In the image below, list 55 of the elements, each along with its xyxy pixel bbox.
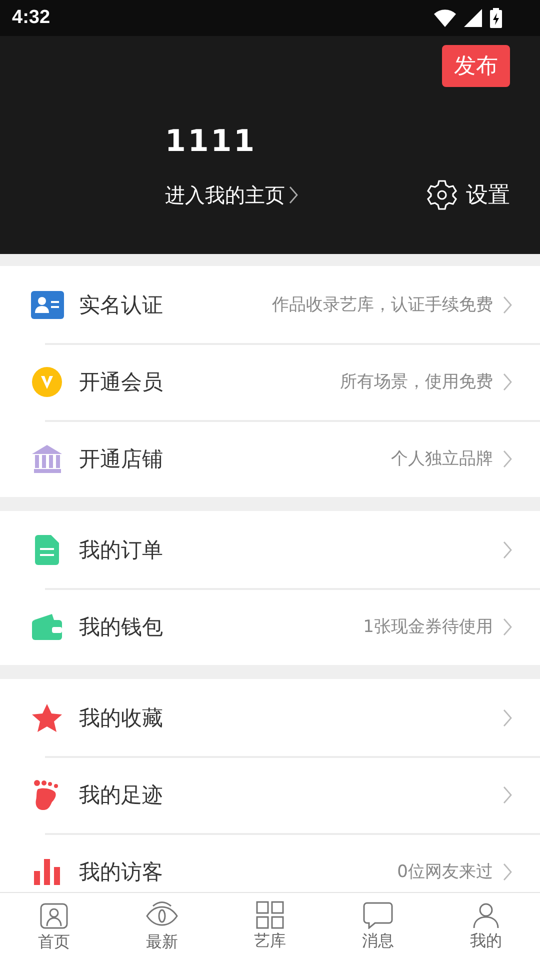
menu-label: 开通会员 (79, 368, 164, 396)
homepage-link[interactable]: 进入我的主页 (165, 182, 298, 208)
username: 1111 (165, 124, 258, 159)
publish-button[interactable]: 发布 (442, 45, 510, 87)
nav-tab[interactable]: 消息 (324, 893, 432, 960)
chevron-right-icon (503, 786, 512, 804)
status-time: 4:32 (12, 7, 50, 29)
menu-hint: 1张现金券待使用 (363, 616, 493, 638)
wifi-icon (434, 9, 456, 27)
chevron-right-icon (289, 186, 298, 204)
bar-chart-icon (34, 858, 60, 884)
chevron-right-icon (503, 372, 512, 390)
grid-icon (256, 901, 284, 929)
menu-label: 我的订单 (79, 536, 164, 564)
menu-label: 我的收藏 (79, 704, 164, 732)
menu-label: 实名认证 (79, 292, 164, 318)
menu-label: 我的足迹 (79, 782, 164, 808)
wallet-icon (32, 614, 62, 640)
v-badge-icon (32, 366, 62, 396)
settings-button[interactable]: 设置 (426, 179, 510, 211)
chevron-right-icon (503, 450, 512, 468)
menu-label: 我的访客 (79, 858, 164, 886)
chat-icon (363, 901, 393, 929)
document-icon (35, 534, 59, 564)
menu-item[interactable]: 我的钱包 1张现金券待使用 (0, 588, 540, 665)
menu-item[interactable]: 开通会员 所有场景，使用免费 (0, 343, 540, 420)
chevron-right-icon (503, 296, 512, 314)
menu-item[interactable]: 我的足迹 (0, 756, 540, 833)
menu-item[interactable]: 我的收藏 (0, 679, 540, 756)
person-icon (472, 901, 500, 929)
chevron-right-icon (503, 708, 512, 726)
menu-hint: 所有场景，使用免费 (340, 371, 493, 393)
menu-item[interactable]: 开通店铺 个人独立品牌 (0, 420, 540, 497)
bank-icon (32, 444, 62, 472)
menu-hint: 0位网友来过 (397, 861, 493, 883)
menu-hint: 作品收录艺库，认证手续免费 (272, 294, 493, 316)
chevron-right-icon (503, 618, 512, 636)
chevron-right-icon (503, 862, 512, 880)
menu-label: 我的钱包 (79, 614, 164, 640)
chevron-right-icon (503, 540, 512, 558)
nav-tab[interactable]: 我的 (432, 893, 540, 960)
nav-tab[interactable]: 最新 (108, 893, 216, 960)
battery-icon (490, 8, 502, 28)
menu-label: 开通店铺 (79, 446, 164, 472)
footprint-icon (34, 780, 60, 810)
id-card-icon (30, 290, 64, 318)
nav-tab[interactable]: 首页 (0, 893, 108, 960)
star-icon (32, 704, 62, 732)
nav-tab[interactable]: 艺库 (216, 893, 324, 960)
menu-hint: 个人独立品牌 (391, 448, 493, 470)
menu-item[interactable]: 我的访客 0位网友来过 (0, 833, 540, 892)
menu-item[interactable]: 实名认证 作品收录艺库，认证手续免费 (0, 266, 540, 343)
menu-item[interactable]: 我的订单 (0, 511, 540, 588)
signal-icon (464, 9, 482, 27)
settings-icon (426, 179, 458, 211)
